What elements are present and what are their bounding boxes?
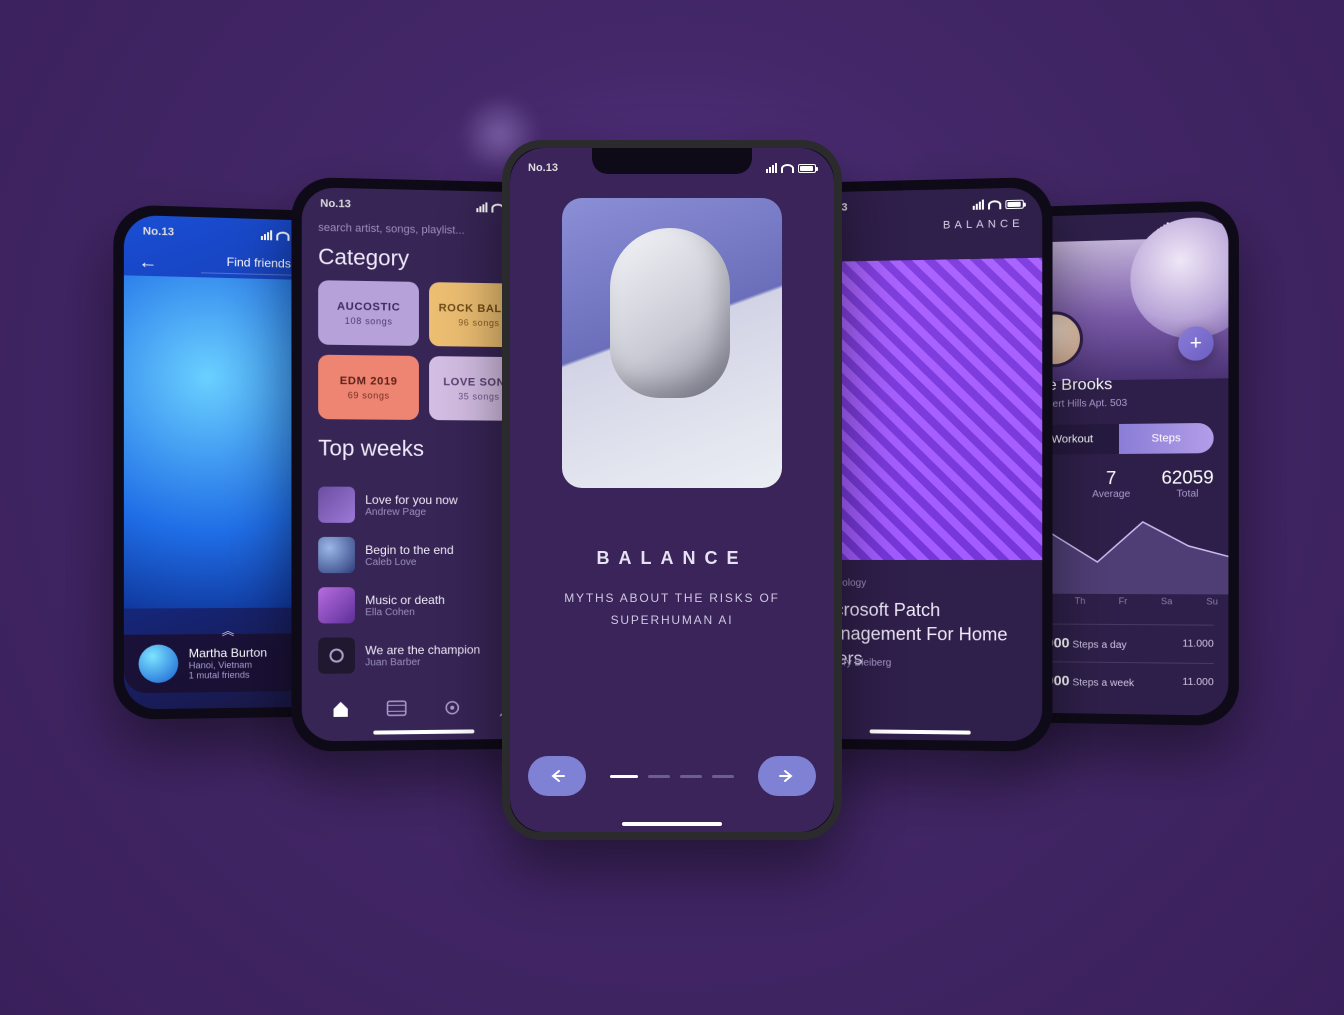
notch: [592, 148, 752, 174]
signal-icon: [766, 163, 777, 173]
brand-label: BALANCE: [943, 218, 1024, 232]
phone-center-hero: No.13 BALANCE MYTHS ABOUT THE RISKS OF S…: [502, 140, 842, 840]
article-hero-image: [816, 258, 1043, 560]
android-head-graphic: [610, 228, 730, 398]
song-title: Music or death: [365, 592, 445, 606]
prev-button[interactable]: [528, 756, 586, 796]
category-count: 69 songs: [348, 390, 390, 400]
phone-stage: No.13 ← Find friends ︽ Martha Burton Han…: [72, 160, 1272, 940]
arrow-right-icon: [778, 767, 796, 785]
segment-control[interactable]: Workout Steps: [1026, 423, 1214, 455]
wifi-icon: [781, 164, 794, 173]
song-artist: Andrew Page: [365, 506, 458, 517]
friend-avatar: [139, 644, 179, 683]
wifi-icon: [988, 200, 1001, 209]
top-weeks-heading: Top weeks: [318, 435, 528, 462]
home-indicator: [373, 729, 474, 734]
next-button[interactable]: [758, 756, 816, 796]
signal-icon: [973, 200, 984, 210]
category-card-acoustic[interactable]: AUCOSTIC 108 songs: [318, 280, 419, 346]
wifi-icon: [276, 231, 289, 240]
battery-icon: [798, 164, 816, 173]
home-icon[interactable]: [326, 695, 355, 723]
song-thumb: [318, 587, 355, 623]
segment-steps[interactable]: Steps: [1119, 423, 1214, 454]
song-thumb: [318, 637, 355, 673]
hero-subtitle: MYTHS ABOUT THE RISKS OF SUPERHUMAN AI: [510, 588, 834, 631]
song-row[interactable]: We are the champion Juan Barber: [318, 629, 528, 680]
category-count: 96 songs: [458, 317, 499, 328]
song-row[interactable]: Begin to the end Caleb Love: [318, 530, 528, 580]
song-artist: Caleb Love: [365, 556, 454, 567]
category-heading: Category: [318, 244, 528, 274]
category-name: AUCOSTIC: [337, 300, 400, 313]
category-name: EDM 2019: [340, 375, 398, 388]
song-title: Begin to the end: [365, 542, 454, 556]
friend-name: Martha Burton: [189, 646, 267, 661]
hero-illustration: [562, 198, 782, 488]
home-indicator: [622, 822, 722, 826]
category-count: 108 songs: [345, 315, 393, 326]
song-thumb: [318, 537, 355, 573]
song-artist: Ella Cohen: [365, 606, 445, 617]
category-count: 35 songs: [458, 391, 499, 401]
song-row[interactable]: Love for you now Andrew Page: [318, 480, 528, 531]
brand-wordmark: BALANCE: [510, 548, 834, 569]
song-title: We are the champion: [365, 642, 480, 657]
chevron-up-icon[interactable]: ︽: [222, 622, 234, 639]
signal-icon: [261, 230, 272, 240]
stat-average: 7Average: [1092, 468, 1130, 500]
song-artist: Juan Barber: [365, 656, 480, 668]
gear-icon[interactable]: [438, 694, 466, 722]
category-card-edm[interactable]: EDM 2019 69 songs: [318, 355, 419, 420]
battery-icon: [1005, 199, 1023, 208]
signal-icon: [476, 202, 487, 212]
song-row[interactable]: Music or death Ella Cohen: [318, 580, 528, 631]
song-title: Love for you now: [365, 492, 458, 506]
page-indicator: [610, 775, 734, 778]
arrow-left-icon: [548, 767, 566, 785]
carrier-label: No.13: [528, 162, 558, 174]
carrier-label: No.13: [320, 198, 351, 211]
home-indicator: [870, 729, 971, 734]
back-icon[interactable]: ←: [139, 251, 158, 273]
song-thumb: [318, 487, 355, 523]
library-icon[interactable]: [382, 694, 410, 722]
search-input[interactable]: search artist, songs, playlist...: [318, 222, 528, 238]
stat-total: 62059Total: [1161, 467, 1213, 500]
carrier-label: No.13: [143, 225, 174, 238]
friend-mutual: 1 mutal friends: [189, 670, 267, 681]
